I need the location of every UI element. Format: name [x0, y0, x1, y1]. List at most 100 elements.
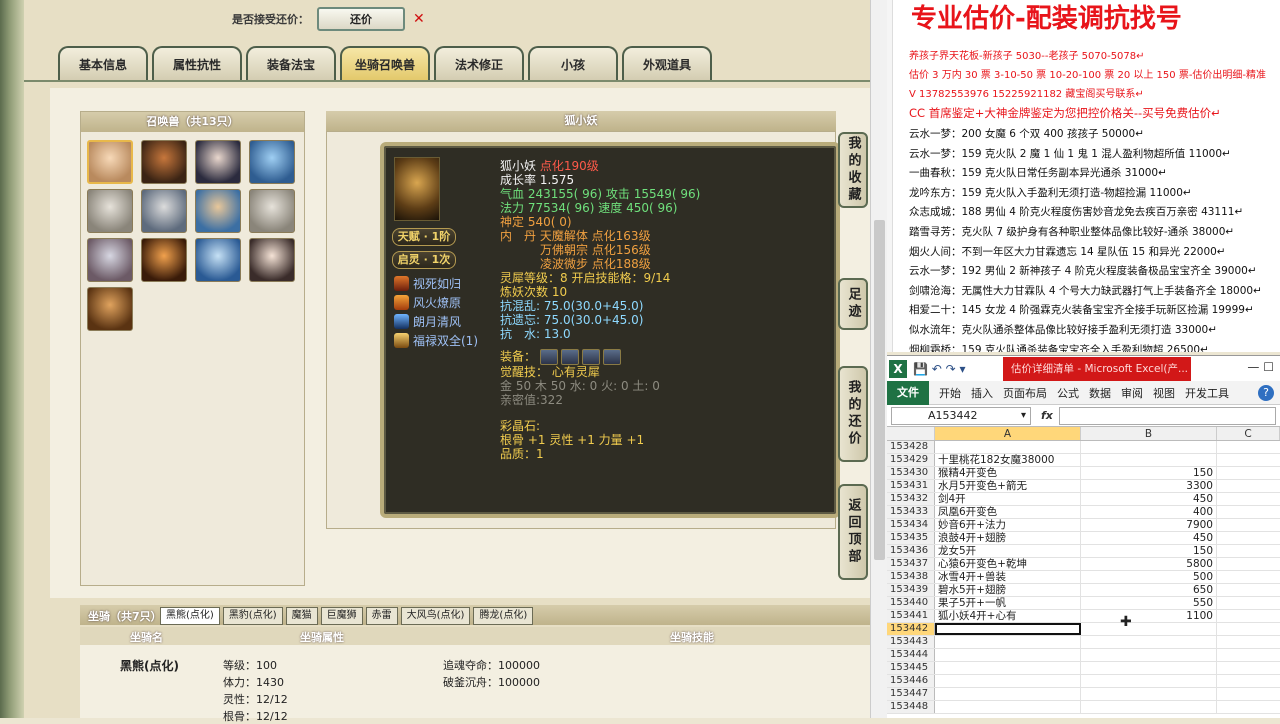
summon-portrait[interactable]	[87, 238, 133, 282]
tab-5[interactable]: 小孩	[528, 46, 618, 80]
skill-item[interactable]: 视死如归	[394, 274, 478, 293]
cell-b[interactable]	[1081, 675, 1217, 687]
cell-a[interactable]: 猴精4开变色	[935, 467, 1081, 479]
ribbon-tab[interactable]: 审阅	[1121, 385, 1143, 401]
mount-tab[interactable]: 黑熊(点化)	[160, 607, 220, 625]
cell-a[interactable]	[935, 441, 1081, 453]
cell-c[interactable]	[1217, 597, 1280, 609]
cell-a[interactable]	[935, 649, 1081, 661]
mount-tab[interactable]: 赤雷	[365, 607, 398, 625]
tab-6[interactable]: 外观道具	[622, 46, 712, 80]
row-header[interactable]: 153432	[887, 493, 935, 505]
ribbon-tab[interactable]: 开始	[939, 385, 961, 401]
cell-b[interactable]: 550	[1081, 597, 1217, 609]
cell-a[interactable]	[935, 688, 1081, 700]
cell-c[interactable]	[1217, 493, 1280, 505]
cell-b[interactable]	[1081, 662, 1217, 674]
cell-c[interactable]	[1217, 545, 1280, 557]
row-header[interactable]: 153444	[887, 649, 935, 661]
ribbon-tab[interactable]: 公式	[1057, 385, 1079, 401]
cell-b[interactable]: 650	[1081, 584, 1217, 596]
summon-portrait[interactable]	[195, 140, 241, 184]
row-header[interactable]: 153429	[887, 454, 935, 466]
row-header[interactable]: 153435	[887, 532, 935, 544]
tab-1[interactable]: 属性抗性	[152, 46, 242, 80]
cell-b[interactable]	[1081, 688, 1217, 700]
cell-a[interactable]: 凤凰6开变色	[935, 506, 1081, 518]
cell-a[interactable]: 狐小妖4开+心有	[935, 610, 1081, 622]
cell-b[interactable]	[1081, 454, 1217, 466]
summon-portrait[interactable]	[141, 238, 187, 282]
mount-tab[interactable]: 魔猫	[285, 607, 318, 625]
summon-portrait[interactable]	[249, 189, 295, 233]
talent-badge[interactable]: 天赋 · 1阶	[392, 228, 456, 246]
row-header[interactable]: 153443	[887, 636, 935, 648]
cell-c[interactable]	[1217, 701, 1280, 713]
row-header[interactable]: 153436	[887, 545, 935, 557]
summon-portrait[interactable]	[87, 189, 133, 233]
column-header[interactable]: B	[1081, 427, 1217, 440]
mount-tab[interactable]: 黑豹(点化)	[222, 607, 283, 625]
cell-c[interactable]	[1217, 610, 1280, 622]
cell-c[interactable]	[1217, 519, 1280, 531]
row-header[interactable]: 153437	[887, 558, 935, 570]
ribbon-tab[interactable]: 视图	[1153, 385, 1175, 401]
ribbon-tab[interactable]: 开发工具	[1185, 385, 1229, 401]
row-header[interactable]: 153441	[887, 610, 935, 622]
row-header[interactable]: 153442	[887, 623, 935, 635]
cell-b[interactable]: 150	[1081, 467, 1217, 479]
equip-slot-icon[interactable]	[581, 349, 600, 365]
cell-c[interactable]	[1217, 480, 1280, 492]
row-header[interactable]: 153438	[887, 571, 935, 583]
summon-portrait[interactable]	[249, 238, 295, 282]
cell-c[interactable]	[1217, 688, 1280, 700]
tab-0[interactable]: 基本信息	[58, 46, 148, 80]
cell-c[interactable]	[1217, 506, 1280, 518]
cell-b[interactable]: 5800	[1081, 558, 1217, 570]
quick-access-toolbar[interactable]: 💾 ↶ ↷ ▾	[913, 362, 966, 376]
cell-c[interactable]	[1217, 571, 1280, 583]
tab-3[interactable]: 坐骑召唤兽	[340, 46, 430, 80]
row-header[interactable]: 153431	[887, 480, 935, 492]
cell-a[interactable]: 浪鼓4开+翅膀	[935, 532, 1081, 544]
ribbon-tab[interactable]: 页面布局	[1003, 385, 1047, 401]
row-header[interactable]: 153447	[887, 688, 935, 700]
cell-b[interactable]: 400	[1081, 506, 1217, 518]
row-header[interactable]: 153440	[887, 597, 935, 609]
row-header[interactable]: 153433	[887, 506, 935, 518]
cell-b[interactable]: 450	[1081, 532, 1217, 544]
cell-a[interactable]: 龙女5开	[935, 545, 1081, 557]
cell-a[interactable]: 十里桃花182女魔38000	[935, 454, 1081, 466]
tab-4[interactable]: 法术修正	[434, 46, 524, 80]
cell-c[interactable]	[1217, 584, 1280, 596]
equip-slot-icon[interactable]	[539, 349, 558, 365]
cell-a[interactable]	[935, 636, 1081, 648]
my-favorites-button[interactable]: 我的收藏	[838, 132, 868, 208]
cell-c[interactable]	[1217, 441, 1280, 453]
cell-b[interactable]	[1081, 441, 1217, 453]
row-header[interactable]: 153434	[887, 519, 935, 531]
cell-c[interactable]	[1217, 454, 1280, 466]
skill-item[interactable]: 风火燎原	[394, 293, 478, 312]
help-icon[interactable]: ?	[1258, 384, 1274, 401]
fx-icon[interactable]: fx	[1041, 409, 1053, 422]
mount-tab[interactable]: 大风鸟(点化)	[400, 607, 471, 625]
cell-b[interactable]: 500	[1081, 571, 1217, 583]
summon-portrait[interactable]	[141, 140, 187, 184]
cell-a[interactable]	[935, 701, 1081, 713]
window-controls[interactable]: — ☐	[1247, 360, 1274, 374]
skill-item[interactable]: 朗月清风	[394, 312, 478, 331]
row-header[interactable]: 153445	[887, 662, 935, 674]
cell-a[interactable]: 心猿6开变色+乾坤	[935, 558, 1081, 570]
cell-b[interactable]: 7900	[1081, 519, 1217, 531]
cell-b[interactable]: 150	[1081, 545, 1217, 557]
skill-item[interactable]: 福禄双全(1)	[394, 331, 478, 350]
cell-a[interactable]: 水月5开变色+箭无	[935, 480, 1081, 492]
cell-a[interactable]: 果子5开+一帆	[935, 597, 1081, 609]
cell-b[interactable]: 450	[1081, 493, 1217, 505]
scrollbar-thumb[interactable]	[874, 220, 885, 560]
cell-a[interactable]: 冰雪4开+兽装	[935, 571, 1081, 583]
cell-b[interactable]	[1081, 623, 1217, 635]
cell-c[interactable]	[1217, 675, 1280, 687]
summon-portrait[interactable]	[87, 140, 133, 184]
